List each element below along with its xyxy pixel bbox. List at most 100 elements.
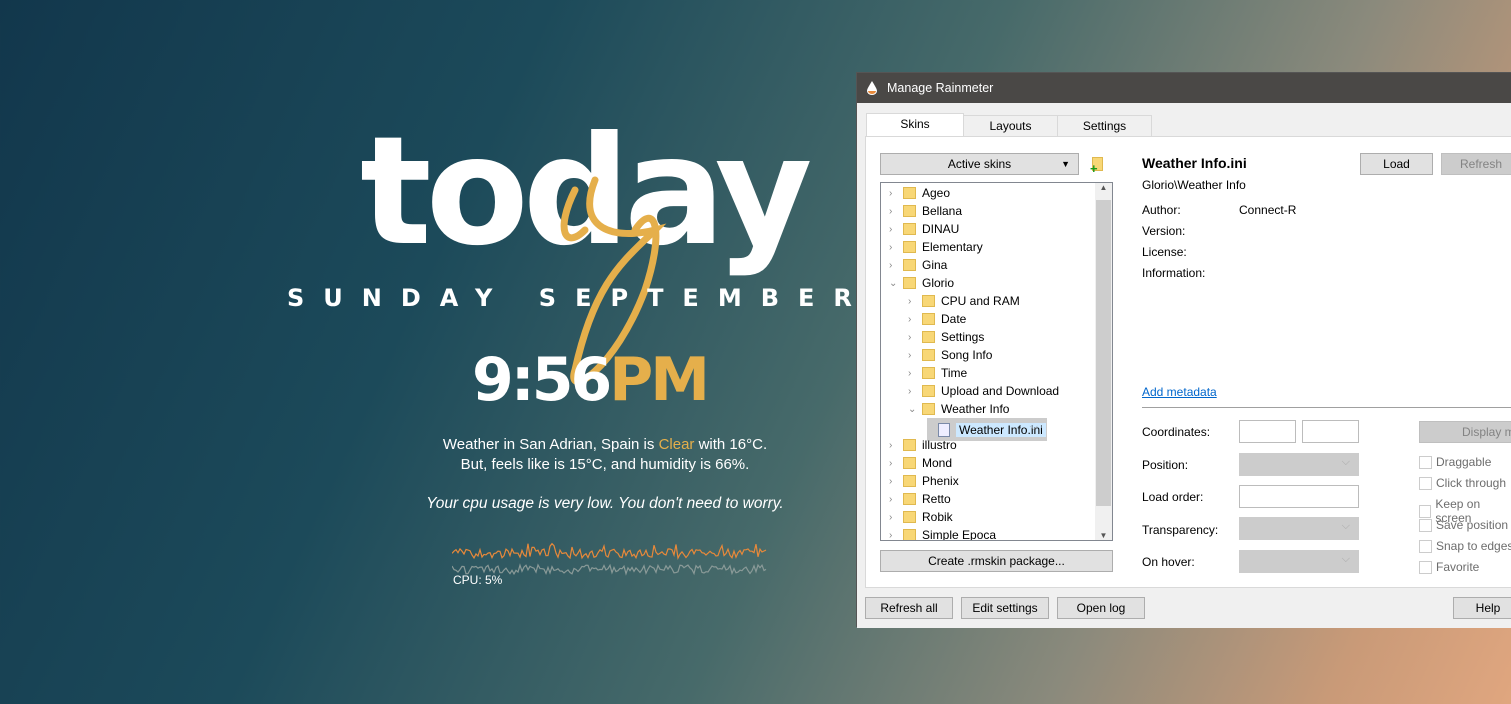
folder-icon xyxy=(922,367,935,379)
checkbox-label: Save position xyxy=(1436,518,1509,532)
tree-item[interactable]: ⌄ Weather Info xyxy=(908,400,1009,418)
refresh-all-button[interactable]: Refresh all xyxy=(865,597,953,619)
load-button[interactable]: Load xyxy=(1360,153,1433,175)
chevron-down-icon[interactable]: ⌄ xyxy=(889,278,899,289)
checkbox-box[interactable] xyxy=(1419,476,1432,490)
tree-item[interactable]: › Time xyxy=(908,364,967,382)
refresh-button[interactable]: Refresh xyxy=(1441,153,1511,175)
tree-item[interactable]: › Robik xyxy=(889,508,953,526)
checkbox-save-position[interactable]: Save position xyxy=(1419,518,1508,532)
tree-item[interactable]: › Upload and Download xyxy=(908,382,1059,400)
title-bar[interactable]: Manage Rainmeter xyxy=(857,73,1511,103)
weather-suffix: with 16°C. xyxy=(694,436,768,453)
chevron-right-icon[interactable]: › xyxy=(889,440,899,451)
skin-tree[interactable]: ▲ ▼ › Ageo › Bellana › DINAU › Elementary › Gina ⌄ G… xyxy=(880,182,1113,541)
tree-item-label: illustro xyxy=(922,438,957,452)
footer-bar xyxy=(857,588,1511,628)
checkbox-click-through[interactable]: Click through xyxy=(1419,476,1506,490)
load-order-input[interactable] xyxy=(1239,485,1359,508)
help-button[interactable]: Help xyxy=(1453,597,1511,619)
chevron-right-icon[interactable]: › xyxy=(908,368,918,379)
author-label: Author: xyxy=(1142,203,1181,217)
position-select[interactable] xyxy=(1239,453,1359,476)
on-hover-select[interactable] xyxy=(1239,550,1359,573)
tree-item[interactable]: › Simple Epoca xyxy=(889,526,996,541)
tab-settings[interactable]: Settings xyxy=(1057,115,1152,137)
tree-item[interactable]: › DINAU xyxy=(889,220,959,238)
checkbox-box[interactable] xyxy=(1419,560,1432,574)
tree-item-label: DINAU xyxy=(922,222,960,236)
checkbox-box[interactable] xyxy=(1419,455,1432,469)
add-skin-icon[interactable]: + xyxy=(1090,157,1103,176)
skin-path: Glorio\Weather Info xyxy=(1142,178,1246,192)
chevron-right-icon[interactable]: › xyxy=(908,350,918,361)
tree-item-label: Upload and Download xyxy=(941,384,1060,398)
tree-item[interactable]: ⌄ Glorio xyxy=(889,274,954,292)
chevron-down-icon[interactable]: ⌄ xyxy=(908,404,918,415)
chevron-right-icon[interactable]: › xyxy=(889,512,899,523)
add-metadata-link[interactable]: Add metadata xyxy=(1142,385,1217,399)
folder-icon xyxy=(922,385,935,397)
folder-icon xyxy=(922,313,935,325)
tab-layouts[interactable]: Layouts xyxy=(963,115,1058,137)
folder-icon xyxy=(903,205,916,217)
tree-item-label: Time xyxy=(941,366,968,380)
cpu-message: Your cpu usage is very low. You don't ne… xyxy=(426,495,784,512)
tree-item-label: Phenix xyxy=(922,474,959,488)
chevron-right-icon[interactable]: › xyxy=(889,458,899,469)
transparency-select[interactable] xyxy=(1239,517,1359,540)
tree-item-label: Mond xyxy=(922,456,953,470)
tab-skins[interactable]: Skins xyxy=(866,113,964,137)
open-log-button[interactable]: Open log xyxy=(1057,597,1145,619)
time-text: 9:56 xyxy=(472,345,612,415)
tree-item[interactable]: › Retto xyxy=(889,490,951,508)
coordinate-y-input[interactable] xyxy=(1302,420,1359,443)
tree-item[interactable]: › Phenix xyxy=(889,472,959,490)
folder-icon xyxy=(922,295,935,307)
tree-item[interactable]: › Gina xyxy=(889,256,947,274)
tree-item[interactable]: › illustro xyxy=(889,436,957,454)
checkbox-box[interactable] xyxy=(1419,504,1432,518)
tree-item[interactable]: › Date xyxy=(908,310,966,328)
folder-icon xyxy=(922,331,935,343)
tree-item-label: CPU and RAM xyxy=(941,294,1020,308)
checkbox-box[interactable] xyxy=(1419,518,1432,532)
folder-icon xyxy=(903,187,916,199)
cpu-label: CPU: 5% xyxy=(453,573,503,587)
tree-item-label: Robik xyxy=(922,510,953,524)
tree-item[interactable]: › Settings xyxy=(908,328,984,346)
checkbox-draggable[interactable]: Draggable xyxy=(1419,455,1491,469)
edit-settings-button[interactable]: Edit settings xyxy=(961,597,1049,619)
tree-item[interactable]: › CPU and RAM xyxy=(908,292,1020,310)
tree-item[interactable]: › Mond xyxy=(889,454,952,472)
checkbox-box[interactable] xyxy=(1419,539,1432,553)
weather-line2: But, feels like is 15°C, and humidity is… xyxy=(460,456,750,473)
coordinate-x-input[interactable] xyxy=(1239,420,1296,443)
folder-icon xyxy=(922,403,935,415)
chevron-right-icon[interactable]: › xyxy=(908,296,918,307)
chevron-right-icon[interactable]: › xyxy=(889,530,899,541)
display-monitor-button[interactable]: Display m xyxy=(1419,421,1511,443)
chevron-right-icon[interactable]: › xyxy=(889,224,899,235)
chevron-right-icon[interactable]: › xyxy=(908,332,918,343)
chevron-right-icon[interactable]: › xyxy=(889,476,899,487)
chevron-right-icon[interactable]: › xyxy=(908,314,918,325)
active-skins-dropdown[interactable]: Active skins ▼ xyxy=(880,153,1079,175)
tree-scrollbar[interactable]: ▲ ▼ xyxy=(1095,183,1112,540)
checkbox-favorite[interactable]: Favorite xyxy=(1419,560,1479,574)
chevron-right-icon[interactable]: › xyxy=(889,206,899,217)
tree-item[interactable]: › Song Info xyxy=(908,346,992,364)
tree-item[interactable]: › Ageo xyxy=(889,184,950,202)
chevron-right-icon[interactable]: › xyxy=(889,188,899,199)
create-rmskin-button[interactable]: Create .rmskin package... xyxy=(880,550,1113,572)
chevron-right-icon[interactable]: › xyxy=(889,260,899,271)
checkbox-snap-to-edges[interactable]: Snap to edges xyxy=(1419,539,1511,553)
chevron-right-icon[interactable]: › xyxy=(889,242,899,253)
folder-icon xyxy=(903,511,916,523)
chevron-right-icon[interactable]: › xyxy=(889,494,899,505)
information-label: Information: xyxy=(1142,266,1206,280)
chevron-right-icon[interactable]: › xyxy=(908,386,918,397)
tree-item[interactable]: › Elementary xyxy=(889,238,983,256)
tree-item[interactable]: › Bellana xyxy=(889,202,962,220)
weather-prefix: Weather in San Adrian, Spain is xyxy=(442,436,659,453)
